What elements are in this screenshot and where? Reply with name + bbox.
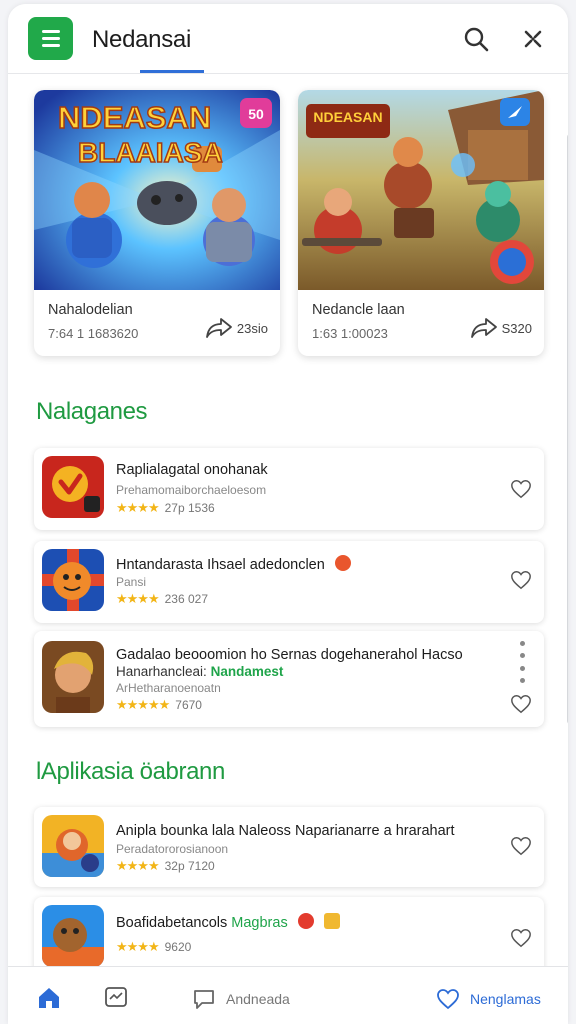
category-tag: Nandamest xyxy=(210,664,284,679)
app-icon xyxy=(42,641,104,713)
rating-meta: 32p 7120 xyxy=(164,859,215,873)
list-item[interactable]: Hntandarasta Ihsael adedonclen Pansi ★★★… xyxy=(34,541,544,623)
rating-meta: 27p 1536 xyxy=(164,501,215,515)
app-icon xyxy=(42,456,104,518)
card-title: Nahalodelian xyxy=(48,302,133,318)
star-rating: ★★★★ xyxy=(116,500,160,515)
emoji-badge-icon xyxy=(334,555,351,571)
section-title: Nalaganes xyxy=(36,398,148,425)
category-tag: Magbras xyxy=(231,915,288,931)
list-item[interactable]: Boafidabetancols Magbras ★★★★ 9620 xyxy=(34,897,544,977)
item-subtitle: Peradatororosianoon xyxy=(116,842,229,856)
featured-banner-image: 50 NDEASAN BLAAIASA xyxy=(34,90,280,290)
heart-icon[interactable] xyxy=(510,693,532,715)
star-rating: ★★★★★ xyxy=(116,697,170,712)
banner-title: NDEASAN xyxy=(313,109,382,125)
more-options-icon[interactable] xyxy=(520,641,526,683)
card-title: Nedancle laan xyxy=(312,302,405,318)
heart-icon[interactable] xyxy=(510,478,532,500)
hamburger-menu-icon[interactable] xyxy=(28,17,73,60)
chat-bubble-icon xyxy=(194,990,214,1009)
heart-icon[interactable] xyxy=(510,835,532,857)
item-title-text: Hntandarasta Ihsael adedonclen xyxy=(116,557,325,573)
item-subtitle: Pansi xyxy=(116,575,147,589)
star-rating: ★★★★ xyxy=(116,591,160,606)
item-subtitle-prefix: Hanarhancleai: xyxy=(116,664,207,679)
app-window: Nedansai 50 NDEASAN BLAAIASA Nahalodelia… xyxy=(8,4,568,1024)
nav-label-favorites: Nenglamas xyxy=(470,991,541,1007)
rating-meta: 9620 xyxy=(164,940,192,954)
banner-title: NDEASAN xyxy=(58,100,211,135)
card-meta: 1:63 1:00023 xyxy=(312,326,388,341)
item-rating: ★★★★★ 7670 xyxy=(116,697,202,713)
nav-label-messages: Andneada xyxy=(226,991,290,1007)
nav-item-messages[interactable]: Andneada xyxy=(192,987,290,1011)
featured-card[interactable]: 50 NDEASAN BLAAIASA Nahalodelian 7:64 1 … xyxy=(34,90,280,356)
share-arrow-icon xyxy=(470,318,497,338)
item-title: Hntandarasta Ihsael adedonclen xyxy=(116,555,351,573)
share-button[interactable]: 23sio xyxy=(205,316,268,340)
item-subtitle: Hanarhancleai: Nandamest xyxy=(116,664,283,679)
list-item[interactable]: Gadalao beooomion ho Sernas dogehaneraho… xyxy=(34,631,544,727)
share-button[interactable]: S320 xyxy=(470,316,532,340)
app-icon xyxy=(42,549,104,611)
item-title: Gadalao beooomion ho Sernas dogehaneraho… xyxy=(116,647,463,663)
scrollbar[interactable] xyxy=(567,134,568,724)
activity-icon[interactable] xyxy=(104,985,128,1009)
card-meta: 7:64 1 1683620 xyxy=(48,326,139,341)
star-rating: ★★★★ xyxy=(116,939,160,954)
star-rating: ★★★★ xyxy=(116,858,160,873)
item-subtitle-secondary: ArHetharanoenoatn xyxy=(116,681,221,695)
share-arrow-icon xyxy=(206,318,232,338)
close-icon[interactable] xyxy=(522,28,544,50)
active-tab-indicator xyxy=(140,70,204,73)
featured-card[interactable]: NDEASAN Nedancle laan 1:63 1:00023 S320 xyxy=(298,90,544,356)
app-icon xyxy=(42,815,104,877)
gift-icon xyxy=(323,913,340,929)
item-title-text: Boafidabetancols xyxy=(116,915,228,931)
heart-icon[interactable] xyxy=(510,569,532,591)
item-rating: ★★★★ 32p 7120 xyxy=(116,858,215,874)
heart-icon[interactable] xyxy=(510,927,532,949)
item-title: Boafidabetancols Magbras xyxy=(116,913,340,931)
emoji-badge-icon xyxy=(297,913,314,929)
share-count: S320 xyxy=(501,320,532,336)
app-icon xyxy=(42,905,104,967)
top-bar: Nedansai xyxy=(8,4,568,74)
rating-meta: 236 027 xyxy=(164,592,209,606)
item-rating: ★★★★ 27p 1536 xyxy=(116,500,215,516)
banner-subtitle: BLAAIASA xyxy=(78,137,223,168)
section-title: lAplikasia öabrann xyxy=(36,758,225,785)
nav-item-favorites[interactable]: Nenglamas xyxy=(436,987,541,1011)
search-icon[interactable] xyxy=(463,26,489,52)
bottom-navigation: Andneada Nenglamas xyxy=(8,966,568,1024)
heart-icon xyxy=(437,989,459,1010)
app-title: Nedansai xyxy=(92,26,192,53)
item-title: Raplialagatal onohanak xyxy=(116,462,268,478)
list-item[interactable]: Anipla bounka lala Naleoss Naparianarre … xyxy=(34,807,544,887)
item-rating: ★★★★ 236 027 xyxy=(116,591,208,607)
svg-text:50: 50 xyxy=(248,106,264,122)
item-title: Anipla bounka lala Naleoss Naparianarre … xyxy=(116,823,455,839)
share-count: 23sio xyxy=(236,320,268,336)
item-rating: ★★★★ 9620 xyxy=(116,939,191,955)
item-subtitle: Prehamomaiborchaeloesom xyxy=(116,483,267,497)
list-item[interactable]: Raplialagatal onohanak Prehamomaiborchae… xyxy=(34,448,544,530)
featured-banner-image: NDEASAN xyxy=(298,90,544,290)
rating-meta: 7670 xyxy=(175,698,202,712)
home-icon[interactable] xyxy=(36,985,62,1011)
